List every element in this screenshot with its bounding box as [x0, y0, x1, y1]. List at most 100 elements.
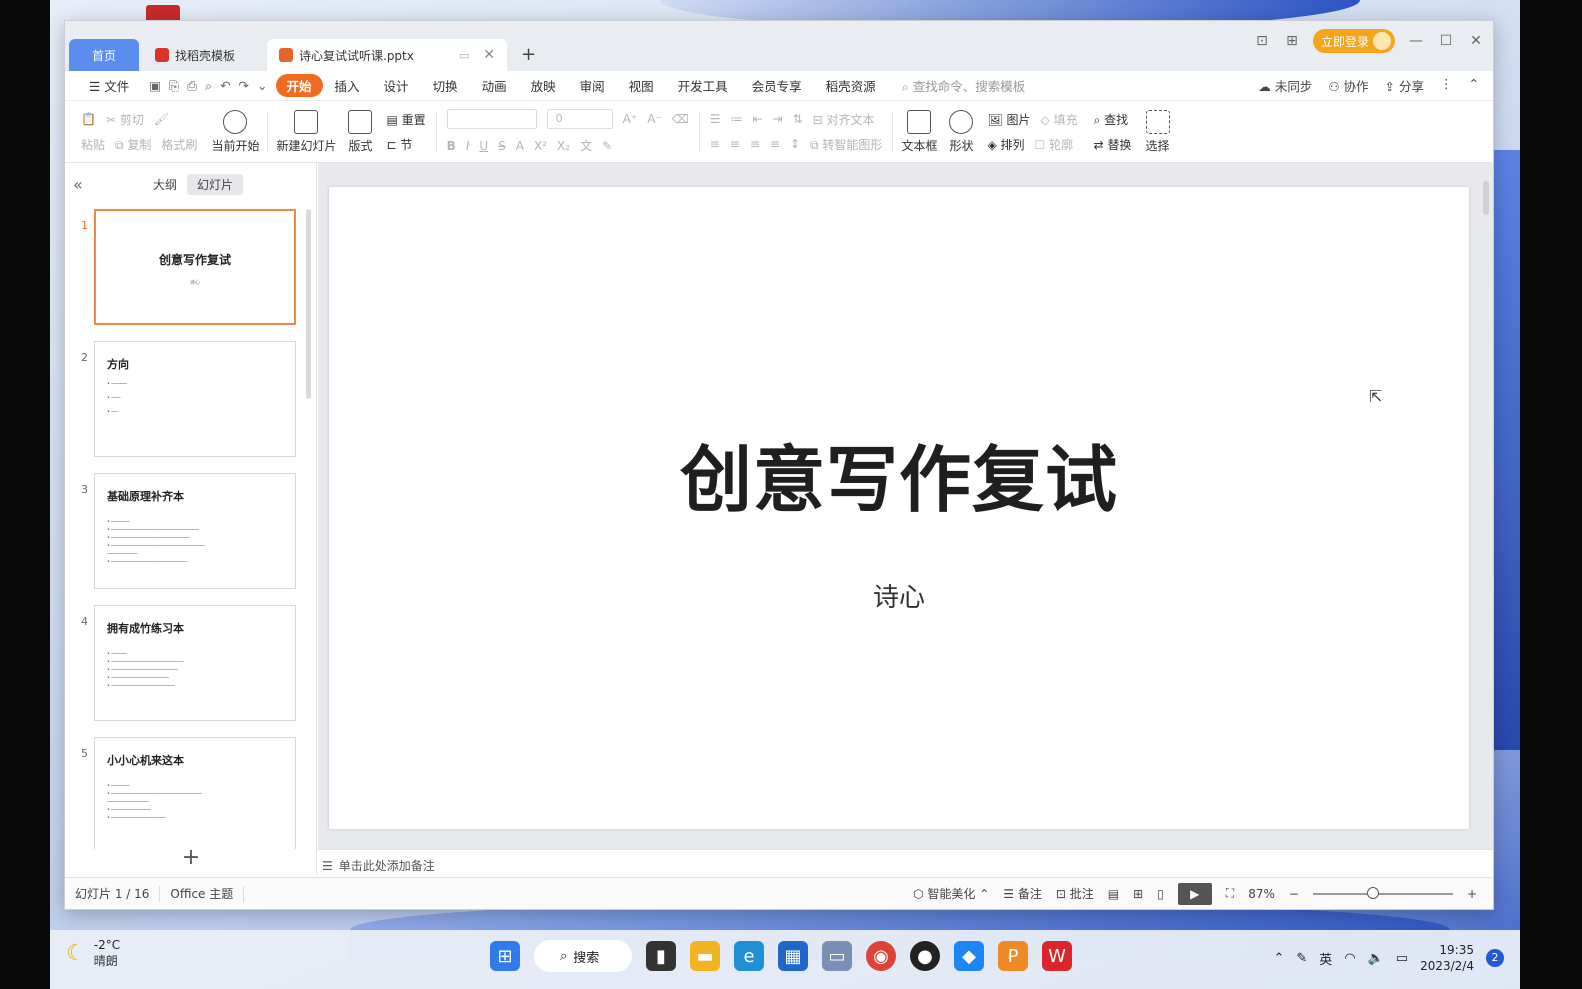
desktop-app-icon[interactable]: [146, 5, 180, 21]
windows-start-icon[interactable]: ⊞: [490, 941, 520, 971]
task-view-icon[interactable]: ▮: [646, 941, 676, 971]
new-slide-button[interactable]: 新建幻灯片: [270, 101, 342, 162]
minimize-icon[interactable]: —: [1407, 33, 1425, 49]
tab-home[interactable]: 首页: [69, 39, 139, 71]
input-language[interactable]: 英: [1319, 949, 1332, 968]
notes-area[interactable]: ☰ 单击此处添加备注: [318, 849, 1493, 875]
menu-animation[interactable]: 动画: [470, 76, 519, 95]
new-tab-button[interactable]: +: [511, 39, 546, 71]
battery-icon[interactable]: ▭: [1396, 951, 1408, 966]
thumbnail-row[interactable]: 5 小小心机来这本 • ────── • ───────────────────…: [65, 737, 317, 849]
close-tab-icon[interactable]: ✕: [483, 47, 495, 63]
smartart-button[interactable]: ⧉ 转智能图形: [810, 136, 882, 153]
beautify-button[interactable]: ⬡ 智能美化 ⌃: [913, 885, 989, 902]
chrome-icon[interactable]: ◉: [866, 941, 896, 971]
sync-status[interactable]: ☁ 未同步: [1258, 76, 1312, 95]
zoom-slider[interactable]: [1312, 886, 1453, 899]
align-center-icon[interactable]: ≡: [730, 137, 740, 151]
format-painter-button[interactable]: 格式刷: [161, 136, 197, 153]
slide-thumbnail-3[interactable]: 基础原理补齐本 • ────── • ─────────────────────…: [94, 473, 296, 589]
command-search[interactable]: ⌕ 查找命令、搜索模板: [888, 76, 1026, 95]
menu-start[interactable]: 开始: [275, 74, 323, 97]
add-slide-button[interactable]: +: [65, 845, 317, 875]
preview-icon[interactable]: ⌕: [205, 78, 212, 94]
clear-format-icon[interactable]: ⌫: [672, 112, 689, 126]
slide-thumbnail-5[interactable]: 小小心机来这本 • ────── • ─────────────────────…: [94, 737, 296, 849]
share-button[interactable]: ⇪ 分享: [1385, 76, 1424, 95]
notes-toggle[interactable]: ☰ 备注: [1003, 885, 1042, 902]
paste-icon[interactable]: 📋: [81, 112, 96, 126]
pin-icon[interactable]: ▭: [459, 49, 469, 62]
feishu-icon[interactable]: ◆: [954, 941, 984, 971]
menu-design[interactable]: 设计: [372, 76, 421, 95]
justify-icon[interactable]: ≡: [770, 137, 780, 151]
arrange-button[interactable]: ◈ 排列: [987, 136, 1024, 153]
outline-button[interactable]: ☐ 轮廓: [1035, 136, 1074, 153]
clock[interactable]: 19:35 2023/2/4: [1420, 942, 1474, 974]
collapse-ribbon-icon[interactable]: ⌃: [1469, 76, 1479, 95]
fill-button[interactable]: ◇ 填充: [1041, 111, 1078, 128]
slide-title[interactable]: 创意写作复试: [329, 421, 1469, 526]
paste-button[interactable]: 粘贴: [81, 136, 105, 153]
file-explorer-icon[interactable]: ▬: [690, 941, 720, 971]
shape-button[interactable]: 形状: [943, 101, 979, 162]
play-slideshow-button[interactable]: ▶: [1177, 882, 1212, 905]
customize-icon[interactable]: ⌄: [257, 78, 267, 94]
taskbar-search[interactable]: ⌕ 搜索: [534, 940, 632, 972]
indent-decrease-icon[interactable]: ⇤: [752, 112, 762, 126]
copy-button[interactable]: ⧉ 复制: [115, 136, 151, 153]
zoom-slider-knob[interactable]: [1366, 886, 1379, 899]
font-family-select[interactable]: [446, 109, 537, 129]
underline-icon[interactable]: U: [479, 139, 488, 153]
reset-button[interactable]: ▤ 重置: [386, 111, 425, 128]
strikethrough-icon[interactable]: S: [498, 139, 506, 153]
maximize-icon[interactable]: ☐: [1437, 33, 1455, 49]
file-menu[interactable]: ☰ 文件: [77, 76, 141, 95]
layout-button[interactable]: 版式: [342, 101, 378, 162]
zoom-in-icon[interactable]: +: [1467, 887, 1477, 901]
store-icon[interactable]: ▦: [778, 941, 808, 971]
select-button[interactable]: 选择: [1140, 101, 1176, 162]
export-icon[interactable]: ⎘: [169, 78, 179, 94]
menu-slideshow[interactable]: 放映: [519, 76, 568, 95]
decrease-font-icon[interactable]: A⁻: [647, 112, 662, 126]
indent-increase-icon[interactable]: ⇥: [773, 112, 783, 126]
weather-widget[interactable]: ☾ -2°C 晴朗: [66, 938, 120, 969]
menu-transition[interactable]: 切换: [421, 76, 470, 95]
wps-presentation-taskbar-icon[interactable]: P: [998, 941, 1028, 971]
align-left-icon[interactable]: ≡: [710, 137, 720, 151]
tab-template-store[interactable]: 找稻壳模板: [143, 39, 263, 71]
reading-view-icon[interactable]: ▯: [1157, 887, 1164, 901]
menu-developer[interactable]: 开发工具: [666, 76, 740, 95]
thumbnail-row[interactable]: 1 创意写作复试 诗心: [65, 209, 317, 341]
zoom-out-icon[interactable]: −: [1289, 887, 1299, 901]
tab-document[interactable]: 诗心复试试听课.pptx ▭ ✕: [267, 39, 507, 71]
slide-thumbnail-1[interactable]: 创意写作复试 诗心: [94, 209, 296, 325]
replace-button[interactable]: ⇄ 替换: [1094, 136, 1132, 153]
increase-font-icon[interactable]: A⁺: [623, 112, 638, 126]
more-icon[interactable]: ⋮: [1440, 76, 1453, 95]
menu-insert[interactable]: 插入: [323, 76, 372, 95]
redo-icon[interactable]: ↷: [239, 78, 249, 94]
slide-thumbnail-2[interactable]: 方向 • ───── • ─── • ──: [94, 341, 296, 457]
numbering-icon[interactable]: ≔: [730, 112, 742, 126]
close-window-icon[interactable]: ✕: [1467, 33, 1485, 49]
comments-toggle[interactable]: ⊡ 批注: [1056, 885, 1094, 902]
save-icon[interactable]: ▣: [149, 78, 161, 94]
sorter-view-icon[interactable]: ⊞: [1133, 887, 1143, 901]
superscript-icon[interactable]: X²: [534, 139, 547, 153]
italic-icon[interactable]: I: [466, 139, 470, 153]
apps-grid-icon[interactable]: ⊞: [1283, 33, 1301, 49]
menu-member[interactable]: 会员专享: [740, 76, 814, 95]
notification-badge[interactable]: 2: [1486, 949, 1504, 967]
font-size-select[interactable]: 0: [546, 109, 613, 129]
phonetic-icon[interactable]: 文: [580, 137, 592, 154]
volume-icon[interactable]: 🔈: [1368, 951, 1384, 966]
panel-scrollbar[interactable]: [306, 209, 311, 399]
tab-slides[interactable]: 幻灯片: [187, 173, 244, 195]
format-painter-icon[interactable]: 🖌: [154, 112, 169, 126]
thumbnail-row[interactable]: 3 基础原理补齐本 • ────── • ───────────────────…: [65, 473, 317, 605]
qq-icon[interactable]: ●: [910, 941, 940, 971]
highlight-icon[interactable]: ✎: [602, 139, 612, 153]
section-button[interactable]: ⊏ 节: [386, 136, 412, 153]
